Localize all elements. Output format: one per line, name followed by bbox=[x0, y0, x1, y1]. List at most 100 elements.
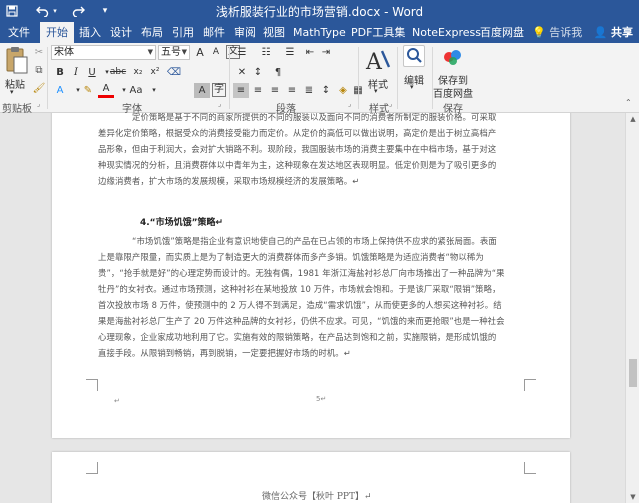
font-name-combo[interactable]: 宋体 ▼ bbox=[51, 45, 156, 60]
clear-formatting-icon[interactable]: ⌫ bbox=[166, 65, 182, 80]
crop-mark bbox=[86, 462, 98, 474]
tab-view[interactable]: 视图 bbox=[263, 22, 285, 43]
increase-indent-icon[interactable]: ⇥ bbox=[318, 45, 334, 60]
magnifier-icon[interactable] bbox=[403, 45, 425, 67]
justify-icon[interactable]: ≡ bbox=[284, 83, 300, 98]
document-title: 浅析服装行业的市场营销.docx - Word bbox=[215, 5, 424, 19]
styles-launcher-icon[interactable]: ⌟ bbox=[389, 100, 392, 108]
align-right-icon[interactable]: ≡ bbox=[267, 83, 283, 98]
scroll-down-icon[interactable]: ▼ bbox=[626, 491, 639, 503]
bullets-icon[interactable]: ☰ bbox=[234, 45, 250, 60]
align-left-icon[interactable]: ≡ bbox=[233, 83, 249, 98]
title-bar: ▾ ▾ 浅析服装行业的市场营销.docx - Word bbox=[0, 0, 639, 22]
paste-icon[interactable] bbox=[3, 46, 29, 76]
text-line: 上是靠限产限量，而实质上是为了制造更大的消费群体而多产多销。饥饿策略是为适应消费… bbox=[98, 252, 484, 262]
page[interactable]: 微信公众号【秋叶 PPT】↵ bbox=[52, 452, 570, 503]
font-size-combo[interactable]: 五号 ▼ bbox=[158, 45, 190, 60]
separator bbox=[397, 47, 398, 109]
chinese-layout-icon[interactable]: ✕ bbox=[234, 65, 250, 80]
share-label: 共享 bbox=[611, 26, 633, 39]
tab-design[interactable]: 设计 bbox=[110, 22, 132, 43]
svg-text:A: A bbox=[365, 50, 383, 75]
shading-icon[interactable]: ◈ bbox=[335, 83, 351, 98]
paste-button[interactable]: 粘贴 bbox=[2, 76, 28, 91]
tab-file[interactable]: 文件 bbox=[8, 22, 30, 43]
text-line: 定价策略是基于不同的商家所提供的不同的服装以及面向不同的消费者所制定的服装价格。… bbox=[132, 113, 497, 122]
tab-references[interactable]: 引用 bbox=[172, 22, 194, 43]
align-center-icon[interactable]: ≡ bbox=[250, 83, 266, 98]
document-area[interactable]: 定价策略是基于不同的商家所提供的不同的服装以及面向不同的消费者所制定的服装价格。… bbox=[0, 113, 625, 503]
paragraph-launcher-icon[interactable]: ⌟ bbox=[348, 100, 351, 108]
lightbulb-icon: 💡 bbox=[532, 26, 546, 39]
text-line: 直接手段。从限销到畅销，再到脱销，一定要把握好市场的时机。↵ bbox=[98, 348, 351, 358]
paragraph-pricing[interactable]: 定价策略是基于不同的商家所提供的不同的服装以及面向不同的消费者所制定的服装价格。… bbox=[98, 113, 526, 189]
text-line: 果是海盐衬衫总厂生产了 20 万件这种品牌的女衬衫，仍供不应求。可见，“饥饿的来… bbox=[98, 316, 505, 326]
superscript-button[interactable]: x² bbox=[147, 65, 163, 80]
font-color-icon[interactable]: A bbox=[98, 83, 114, 98]
chevron-down-icon: ▼ bbox=[181, 48, 187, 56]
change-case-icon[interactable]: Aa bbox=[128, 83, 144, 98]
format-painter-icon[interactable]: 🖌 bbox=[31, 81, 47, 96]
vertical-scrollbar[interactable]: ▲ ▼ bbox=[625, 113, 639, 503]
font-launcher-icon[interactable]: ⌟ bbox=[218, 100, 221, 108]
chevron-down-icon[interactable]: ▾ bbox=[410, 83, 414, 91]
word-window: ▾ ▾ 浅析服装行业的市场营销.docx - Word 文件 开始 插入 设计 … bbox=[0, 0, 639, 503]
page[interactable]: 定价策略是基于不同的商家所提供的不同的服装以及面向不同的消费者所制定的服装价格。… bbox=[52, 113, 570, 438]
text-line: 牡丹”的女衬衣。通过市场预测，这种衬衫在某地投放 10 万件，市场就会饱和。于是… bbox=[98, 284, 501, 294]
separator bbox=[47, 47, 48, 109]
styles-button[interactable]: 样式 bbox=[366, 76, 390, 91]
tab-mathtype[interactable]: MathType bbox=[293, 22, 346, 43]
tab-baidu-netdisk[interactable]: 百度网盘 bbox=[480, 22, 524, 43]
tab-review[interactable]: 审阅 bbox=[234, 22, 256, 43]
enclose-characters-icon[interactable]: 字 bbox=[212, 83, 226, 97]
crop-mark bbox=[524, 379, 536, 391]
ribbon-home: 粘贴 ▾ ✂ ⧉ 🖌 剪贴板 ⌟ 宋体 ▼ 五号 ▼ A A 文 B I U ▾… bbox=[0, 43, 639, 115]
underline-button[interactable]: U bbox=[84, 65, 100, 80]
multilevel-list-icon[interactable]: ☰ bbox=[282, 45, 298, 60]
strikethrough-button[interactable]: abc bbox=[108, 65, 128, 80]
crop-mark bbox=[86, 379, 98, 391]
line-spacing-icon[interactable]: ↕ bbox=[318, 83, 334, 98]
numbering-icon[interactable]: ☷ bbox=[258, 45, 274, 60]
header-text[interactable]: 微信公众号【秋叶 PPT】↵ bbox=[262, 489, 372, 502]
tab-layout[interactable]: 布局 bbox=[141, 22, 163, 43]
text-effects-icon[interactable]: A bbox=[52, 83, 68, 98]
chevron-down-icon[interactable]: ▾ bbox=[146, 83, 162, 98]
section-heading[interactable]: 4.“市场饥饿”策略↵ bbox=[140, 215, 223, 228]
chevron-down-icon[interactable]: ▾ bbox=[374, 87, 378, 95]
tell-me-search[interactable]: 💡 告诉我 bbox=[532, 22, 582, 43]
paragraph-hunger-marketing[interactable]: “市场饥饿”策略是指企业有意识地使自己的产品在已占领的市场上保持供不应求的紧张局… bbox=[98, 233, 526, 361]
styles-icon[interactable]: A bbox=[364, 47, 392, 75]
text-line: 边缘消费者，扩大市场的发展规模，采取市场规模经济的发展策略。↵ bbox=[98, 176, 360, 186]
save-to-baidu-line2[interactable]: 百度网盘 bbox=[432, 85, 474, 100]
baidu-cloud-icon[interactable] bbox=[441, 47, 465, 69]
text-line: 种现实情况的分析，且消费群体以中青年为主，这种现象在发达地区表现明显。低定价则是… bbox=[98, 160, 497, 170]
tab-home[interactable]: 开始 bbox=[40, 22, 74, 43]
text-line: 贵”，“抢手就是好”的心理定势而设计的。无独有偶，1981 年浙江海盐衬衫总厂向… bbox=[98, 268, 505, 278]
bold-button[interactable]: B bbox=[52, 65, 68, 80]
clipboard-launcher-icon[interactable]: ⌟ bbox=[37, 100, 40, 108]
copy-icon[interactable]: ⧉ bbox=[31, 63, 47, 78]
show-marks-icon[interactable]: ¶ bbox=[270, 65, 286, 80]
cut-icon[interactable]: ✂ bbox=[31, 45, 47, 60]
paste-dropdown-icon[interactable]: ▾ bbox=[10, 88, 14, 96]
collapse-ribbon-icon[interactable]: ⌃ bbox=[625, 98, 632, 107]
scrollbar-thumb[interactable] bbox=[629, 359, 637, 387]
tab-pdf-tools[interactable]: PDF工具集 bbox=[351, 22, 405, 43]
tab-insert[interactable]: 插入 bbox=[79, 22, 101, 43]
share-button[interactable]: 👤 共享 bbox=[593, 22, 633, 43]
subscript-button[interactable]: x₂ bbox=[130, 65, 146, 80]
tab-mailings[interactable]: 邮件 bbox=[203, 22, 225, 43]
tab-noteexpress[interactable]: NoteExpress bbox=[412, 22, 481, 43]
highlight-icon[interactable]: ✎ bbox=[80, 83, 96, 98]
character-shading-icon[interactable]: A bbox=[194, 83, 210, 98]
italic-button[interactable]: I bbox=[68, 65, 84, 80]
scroll-up-icon[interactable]: ▲ bbox=[626, 113, 639, 125]
person-icon: 👤 bbox=[593, 26, 608, 39]
distributed-icon[interactable]: ≣ bbox=[301, 83, 317, 98]
editing-button[interactable]: 编辑 bbox=[402, 72, 426, 87]
decrease-indent-icon[interactable]: ⇤ bbox=[302, 45, 318, 60]
grow-font-icon[interactable]: A bbox=[192, 45, 208, 60]
shrink-font-icon[interactable]: A bbox=[208, 45, 224, 60]
sort-icon[interactable]: ↕ bbox=[250, 65, 266, 80]
